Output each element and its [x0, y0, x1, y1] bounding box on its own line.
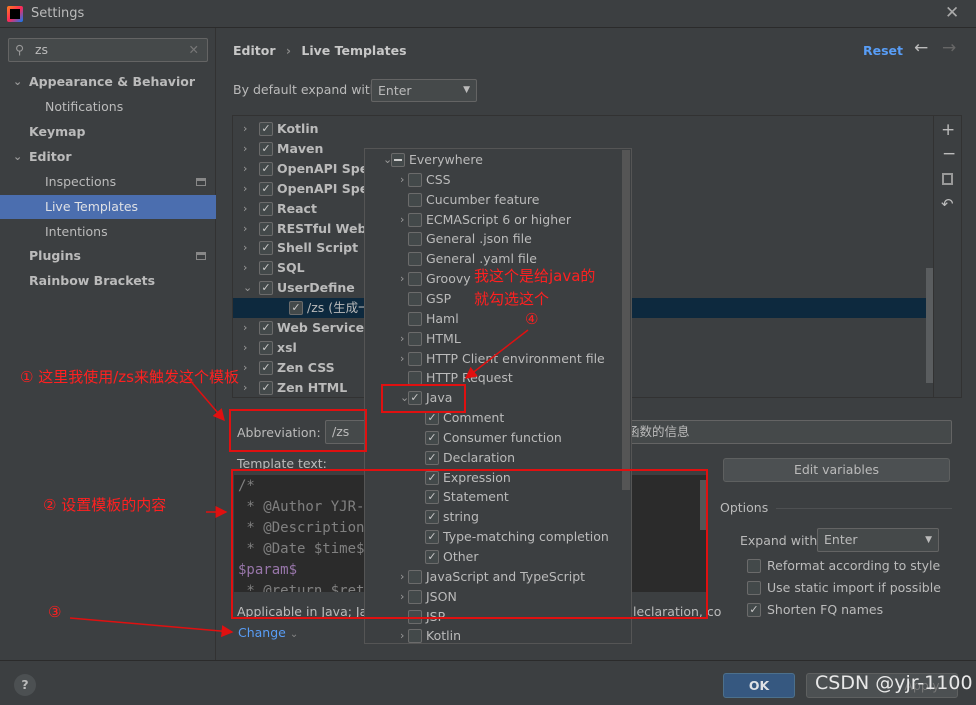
arrow-3	[69, 617, 234, 638]
arrow-1	[187, 377, 225, 422]
annotation-arrows	[69, 329, 529, 638]
arrow-4	[464, 329, 529, 379]
